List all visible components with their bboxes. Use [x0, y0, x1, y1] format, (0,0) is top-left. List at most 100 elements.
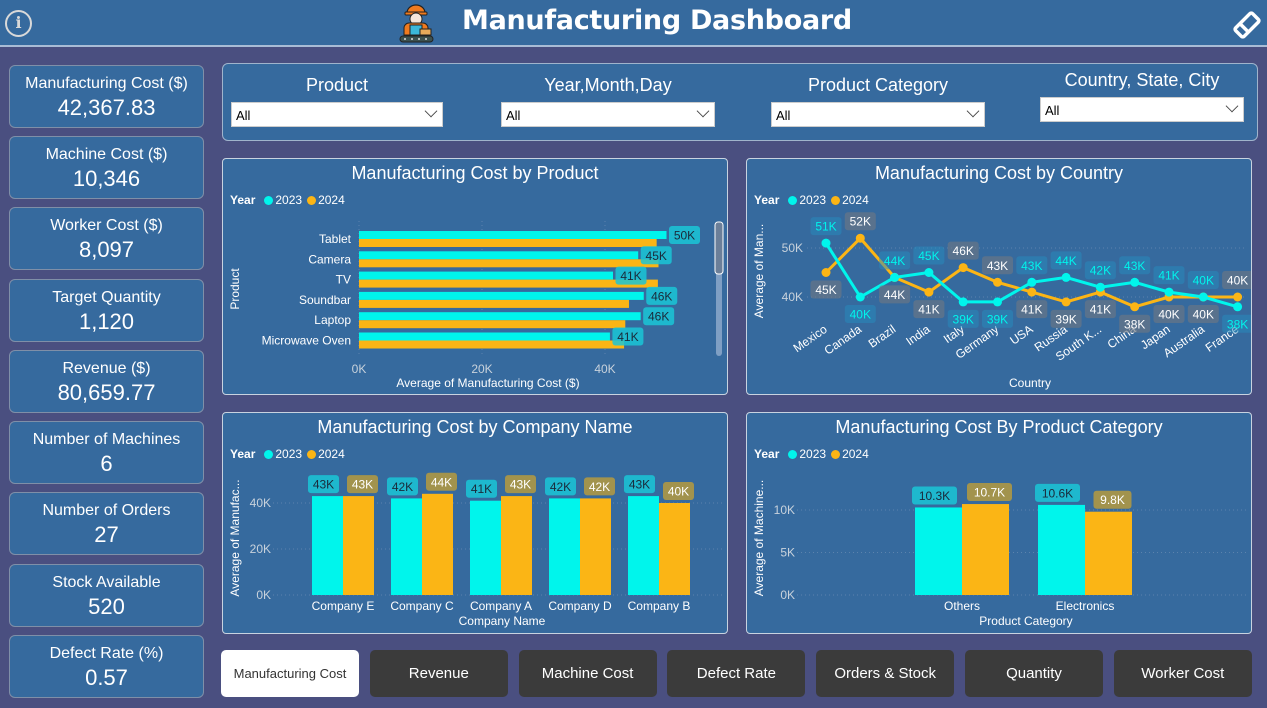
country-chart-card: Manufacturing Cost by Country Year 2023 …	[746, 158, 1252, 395]
nav-button-worker-cost[interactable]: Worker Cost	[1113, 650, 1252, 697]
y-axis-title: Average of Manufac...	[228, 479, 242, 596]
data-label: 46K	[648, 310, 669, 324]
date-dropdown[interactable]: All	[501, 102, 715, 127]
bar-2023	[359, 332, 610, 341]
location-dropdown[interactable]: All	[1040, 97, 1244, 122]
point-2023	[1233, 302, 1243, 312]
data-label-2024: 46K	[953, 244, 974, 258]
kpi-label: Machine Cost ($)	[45, 146, 168, 163]
data-label-2023: 42K	[550, 480, 571, 494]
info-icon[interactable]: i	[5, 10, 32, 37]
data-label-2023: 51K	[815, 220, 836, 234]
product-dropdown[interactable]: All	[231, 102, 443, 127]
filter-label: Product Category	[807, 75, 949, 95]
kpi-label: Defect Rate (%)	[49, 645, 164, 662]
point-2023	[855, 292, 865, 302]
x-axis-title: Product Category	[979, 614, 1072, 628]
y-tick-label: Soundbar	[299, 293, 351, 307]
x-tick-label: Canada	[822, 322, 865, 358]
kpi-label: Worker Cost ($)	[50, 217, 163, 234]
data-label-2024: 42K	[589, 480, 610, 494]
kpi-value: 520	[88, 594, 125, 619]
data-label-2024: 40K	[668, 485, 689, 499]
product-chart-card: Manufacturing Cost by Product Year 2023 …	[222, 158, 728, 395]
data-label: 46K	[651, 289, 672, 303]
dropdown-value: All	[506, 108, 521, 123]
bar-2024	[422, 493, 453, 595]
data-label-2023: 40K	[1193, 274, 1214, 288]
data-label-2023: 41K	[1158, 269, 1179, 283]
data-label-2023: 44K	[884, 254, 905, 268]
kpi-label: Number of Machines	[32, 431, 181, 448]
kpi-value: 80,659.77	[57, 380, 156, 405]
chevron-down-icon	[696, 104, 710, 118]
data-label-2023: 45K	[918, 249, 939, 263]
eraser-icon[interactable]	[1232, 10, 1262, 40]
data-label-2024: 40K	[1193, 308, 1214, 322]
nav-button-defect-rate[interactable]: Defect Rate	[667, 650, 806, 697]
x-tick-label: Brazil	[866, 322, 899, 351]
kpi-value: 27	[94, 522, 119, 547]
bar-2024	[962, 504, 1009, 595]
scrollbar-thumb[interactable]	[714, 221, 724, 275]
point-2023	[821, 238, 831, 248]
point-2023	[958, 297, 968, 307]
nav-button-orders-stock[interactable]: Orders & Stock	[816, 650, 955, 697]
category-dropdown[interactable]: All	[771, 102, 985, 127]
bar-2024	[359, 239, 657, 247]
chevron-down-icon	[1225, 99, 1239, 113]
y-tick-label: 40K	[250, 496, 271, 510]
data-label-2023: 43K	[1021, 259, 1042, 273]
data-label-2023: 43K	[1124, 259, 1145, 273]
data-label-2024: 43K	[987, 259, 1008, 273]
kpi-card: Number of Orders 27	[9, 492, 204, 555]
point-2023	[1198, 292, 1208, 302]
bar-2023	[1038, 504, 1085, 595]
y-axis-title: Product	[228, 268, 242, 310]
point-2024	[1233, 292, 1243, 302]
location-filter: Country, State, City All	[1040, 70, 1244, 122]
y-tick-label: 20K	[250, 542, 271, 556]
dropdown-value: All	[1045, 103, 1060, 118]
data-label: 41K	[620, 269, 641, 283]
x-tick-label: Company B	[628, 599, 691, 613]
kpi-card: Defect Rate (%) 0.57	[9, 635, 204, 698]
point-2023	[890, 272, 900, 282]
data-label-2024: 40K	[1227, 274, 1248, 288]
category-filter: Product Category All	[771, 75, 985, 127]
x-tick-label: 0K	[352, 362, 367, 376]
worker-icon	[399, 4, 434, 43]
y-axis-title: Average of Man...	[752, 224, 766, 319]
kpi-card: Worker Cost ($) 8,097	[9, 207, 204, 270]
filter-label: Product	[305, 75, 369, 95]
data-label-2024: 43K	[510, 478, 531, 492]
kpi-card: Target Quantity 1,120	[9, 279, 204, 342]
data-label-2024: 38K	[1124, 317, 1145, 331]
y-tick-label: 10K	[774, 503, 795, 517]
y-tick-label: 0K	[256, 588, 271, 602]
data-label-2024: 44K	[884, 288, 905, 302]
nav-button-quantity[interactable]: Quantity	[965, 650, 1103, 697]
data-label-2024: 44K	[431, 475, 452, 489]
point-2023	[1164, 287, 1174, 297]
kpi-label: Manufacturing Cost ($)	[25, 75, 188, 92]
point-2024	[1130, 302, 1140, 312]
data-label-2023: 43K	[313, 478, 334, 492]
nav-button-revenue[interactable]: Revenue	[369, 650, 508, 697]
company-bar-chart: 0K 20K 40K Average of Manufac... Company Nam…	[228, 472, 723, 628]
category-chart-card: Manufacturing Cost By Product Category Y…	[746, 412, 1252, 634]
nav-button-manufacturing-cost[interactable]: Manufacturing Cost	[221, 650, 359, 697]
bar-2024	[359, 320, 626, 329]
y-tick-label: Camera	[308, 252, 351, 266]
bar-2023	[470, 500, 501, 595]
product-filter: Product All	[231, 75, 443, 127]
bar-2024	[359, 340, 625, 349]
bar-2023	[359, 271, 613, 280]
x-axis-title: Company Name	[459, 614, 546, 628]
bar-2023	[359, 312, 641, 321]
point-2023	[924, 268, 934, 277]
point-2024	[821, 268, 831, 277]
nav-button-machine-cost[interactable]: Machine Cost	[518, 650, 657, 697]
data-label-2023: 39K	[953, 312, 974, 326]
category-bar-chart: 0K 5K 10K Average of Machine... Product Cate…	[752, 480, 1247, 628]
